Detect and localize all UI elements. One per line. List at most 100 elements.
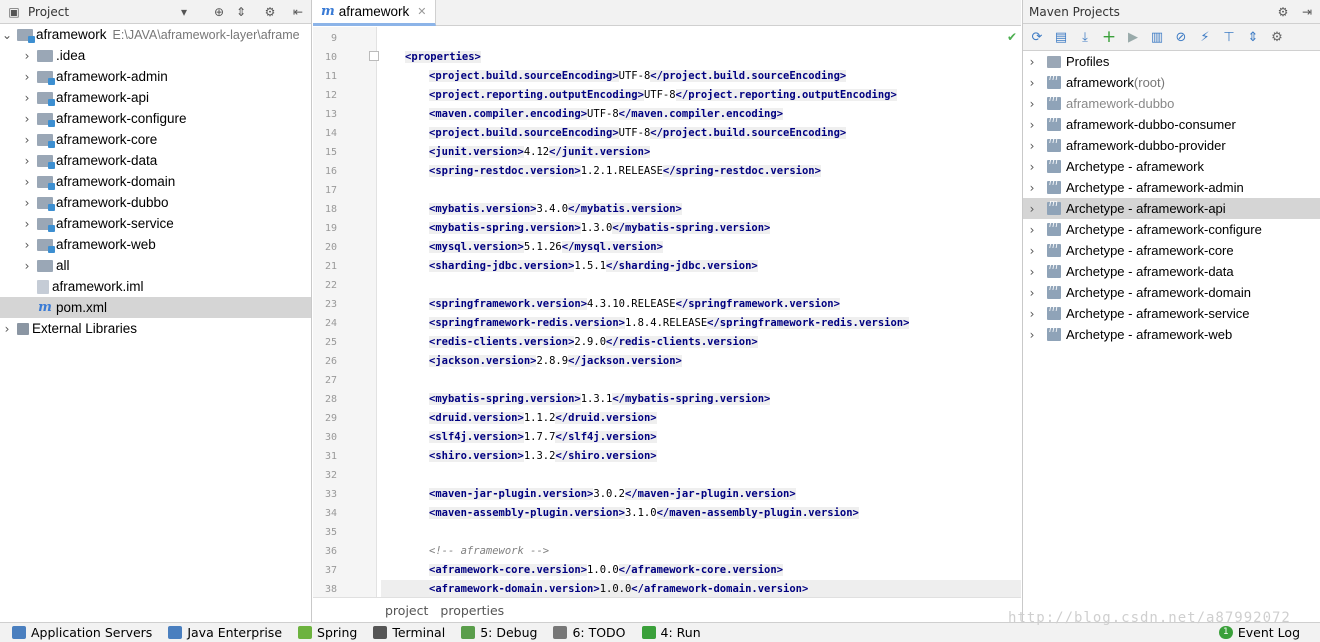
maven-tree-item[interactable]: › Archetype - aframework-web [1023, 324, 1320, 345]
download-icon[interactable]: ⤓ [1075, 27, 1095, 47]
chevron-down-icon[interactable]: ▾ [176, 4, 192, 20]
chevron-right-icon[interactable]: › [1025, 181, 1039, 195]
chevron-right-icon[interactable]: › [20, 217, 34, 231]
gear-icon[interactable]: ⚙ [1275, 4, 1291, 20]
maven-tree-item[interactable]: › aframework-dubbo-provider [1023, 135, 1320, 156]
gear-icon[interactable]: ⚙ [262, 4, 278, 20]
project-tree-item[interactable]: › all [0, 255, 311, 276]
chevron-right-icon[interactable]: › [1025, 202, 1039, 216]
project-tree-item[interactable]: › aframework-core [0, 129, 311, 150]
code-line[interactable]: <mybatis-spring.version>1.3.1</mybatis-s… [381, 390, 1021, 409]
project-tree-item[interactable]: › aframework-admin [0, 66, 311, 87]
maven-tree-item[interactable]: › Archetype - aframework-service [1023, 303, 1320, 324]
chevron-right-icon[interactable]: › [20, 238, 34, 252]
code-line[interactable]: <maven-assembly-plugin.version>3.1.0</ma… [381, 504, 1021, 523]
project-tree-item[interactable]: › aframework-dubbo [0, 192, 311, 213]
hide-panel-icon[interactable]: ⇥ [1299, 4, 1315, 20]
tool-window-button[interactable]: Spring [298, 625, 357, 640]
code-line[interactable]: <springframework.version>4.3.10.RELEASE<… [381, 295, 1021, 314]
chevron-right-icon[interactable]: › [1025, 286, 1039, 300]
reimport-icon[interactable]: ⟳ [1027, 27, 1047, 47]
code-line[interactable]: <springframework-redis.version>1.8.4.REL… [381, 314, 1021, 333]
maven-tree-item[interactable]: › aframework-dubbo [1023, 93, 1320, 114]
event-log-button[interactable]: 1 Event Log [1218, 625, 1300, 640]
project-tree-item[interactable]: › aframework-web [0, 234, 311, 255]
tool-window-button[interactable]: 5: Debug [461, 625, 537, 640]
settings-icon[interactable]: ⚙ [1267, 27, 1287, 47]
tab-pom-xml[interactable]: m aframework ✕ [313, 0, 436, 26]
code-line[interactable]: <spring-restdoc.version>1.2.1.RELEASE</s… [381, 162, 1021, 181]
code-line[interactable] [381, 29, 1021, 48]
maven-tree-item[interactable]: › Archetype - aframework-configure [1023, 219, 1320, 240]
project-tree-item[interactable]: aframework.iml [0, 276, 311, 297]
project-tree-item[interactable]: ⌄ aframework E:\JAVA\aframework-layer\afra… [0, 24, 311, 45]
chevron-right-icon[interactable]: › [1025, 265, 1039, 279]
hide-panel-icon[interactable]: ⇤ [290, 4, 306, 20]
chevron-right-icon[interactable]: › [20, 154, 34, 168]
maven-tree-item[interactable]: › Archetype - aframework [1023, 156, 1320, 177]
code-line[interactable]: <project.build.sourceEncoding>UTF-8</pro… [381, 67, 1021, 86]
code-line[interactable]: <aframework-core.version>1.0.0</aframewo… [381, 561, 1021, 580]
chevron-right-icon[interactable]: › [0, 322, 14, 336]
breadcrumb-properties[interactable]: properties [440, 603, 504, 618]
code-line[interactable] [381, 371, 1021, 390]
chevron-right-icon[interactable]: › [1025, 97, 1039, 111]
code-line[interactable]: <mybatis-spring.version>1.3.0</mybatis-s… [381, 219, 1021, 238]
chevron-right-icon[interactable]: › [1025, 76, 1039, 90]
code-line[interactable]: <redis-clients.version>2.9.0</redis-clie… [381, 333, 1021, 352]
code-line[interactable]: <slf4j.version>1.7.7</slf4j.version> [381, 428, 1021, 447]
chevron-down-icon[interactable]: ⌄ [0, 28, 14, 42]
code-line[interactable]: <shiro.version>1.3.2</shiro.version> [381, 447, 1021, 466]
code-line[interactable]: <maven.compiler.encoding>UTF-8</maven.co… [381, 105, 1021, 124]
code-line[interactable]: <project.reporting.outputEncoding>UTF-8<… [381, 86, 1021, 105]
code-line[interactable]: <jackson.version>2.8.9</jackson.version> [381, 352, 1021, 371]
run-icon[interactable]: ▶ [1123, 27, 1143, 47]
tool-window-button[interactable]: Java Enterprise [168, 625, 282, 640]
code-line[interactable]: <mysql.version>5.1.26</mysql.version> [381, 238, 1021, 257]
code-line[interactable]: <properties> [381, 48, 1021, 67]
chevron-right-icon[interactable]: › [1025, 139, 1039, 153]
code-line[interactable] [381, 523, 1021, 542]
chevron-right-icon[interactable]: › [1025, 328, 1039, 342]
maven-tree-item[interactable]: › Archetype - aframework-core [1023, 240, 1320, 261]
project-tree-item[interactable]: › External Libraries [0, 318, 311, 339]
chevron-right-icon[interactable]: › [20, 70, 34, 84]
code-line[interactable]: <maven-jar-plugin.version>3.0.2</maven-j… [381, 485, 1021, 504]
chevron-right-icon[interactable]: › [20, 49, 34, 63]
toggle-offline-icon[interactable]: ⊘ [1171, 27, 1191, 47]
code-line[interactable]: <sharding-jdbc.version>1.5.1</sharding-j… [381, 257, 1021, 276]
chevron-right-icon[interactable]: › [1025, 160, 1039, 174]
show-dependencies-icon[interactable]: ⊤ [1219, 27, 1239, 47]
tool-window-button[interactable]: Application Servers [12, 625, 152, 640]
add-icon[interactable]: + [1099, 27, 1119, 47]
chevron-right-icon[interactable]: › [1025, 244, 1039, 258]
code-line[interactable]: <junit.version>4.12</junit.version> [381, 143, 1021, 162]
chevron-right-icon[interactable]: › [1025, 307, 1039, 321]
chevron-right-icon[interactable]: › [20, 112, 34, 126]
maven-tree-item[interactable]: › aframework-dubbo-consumer [1023, 114, 1320, 135]
project-tree-item[interactable]: › aframework-configure [0, 108, 311, 129]
execute-goal-icon[interactable]: ▥ [1147, 27, 1167, 47]
maven-tree-item[interactable]: › Archetype - aframework-domain [1023, 282, 1320, 303]
tool-window-button[interactable]: Terminal [373, 625, 445, 640]
code-line[interactable]: <druid.version>1.1.2</druid.version> [381, 409, 1021, 428]
maven-tree-item[interactable]: › Profiles [1023, 51, 1320, 72]
maven-tree-item[interactable]: › Archetype - aframework-api [1023, 198, 1320, 219]
chevron-right-icon[interactable]: › [20, 133, 34, 147]
chevron-right-icon[interactable]: › [1025, 118, 1039, 132]
code-line[interactable] [381, 276, 1021, 295]
chevron-right-icon[interactable]: › [20, 175, 34, 189]
breadcrumb-project[interactable]: project [385, 603, 428, 618]
chevron-right-icon[interactable]: › [20, 259, 34, 273]
chevron-right-icon[interactable]: › [20, 91, 34, 105]
chevron-right-icon[interactable]: › [1025, 223, 1039, 237]
close-icon[interactable]: ✕ [417, 5, 426, 18]
maven-tree-item[interactable]: › aframework (root) [1023, 72, 1320, 93]
code-line[interactable] [381, 181, 1021, 200]
maven-tree-item[interactable]: › Archetype - aframework-data [1023, 261, 1320, 282]
chevron-right-icon[interactable]: › [1025, 55, 1039, 69]
project-panel-title[interactable]: Project [28, 5, 69, 19]
project-tree-item[interactable]: › aframework-data [0, 150, 311, 171]
fold-marker-icon[interactable] [369, 51, 379, 61]
collapse-all-icon[interactable]: ⇕ [1243, 27, 1263, 47]
